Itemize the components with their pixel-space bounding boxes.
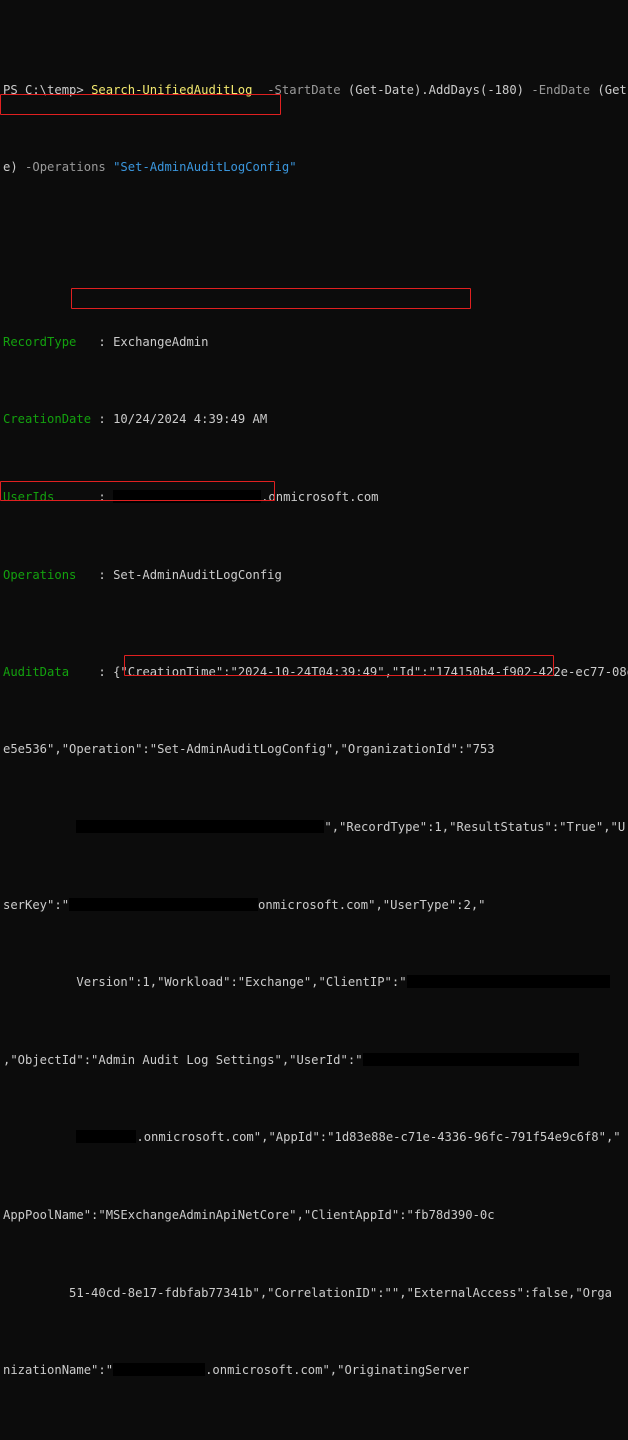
field-sep: : [98,490,106,505]
redaction-bar [406,975,610,989]
redaction-bar [113,490,262,504]
field-label: RecordType [3,334,77,349]
param-startdate: -StartDate [267,82,341,97]
auditdata-line: e5e536","Operation":"Set-AdminAuditLogCo… [3,742,495,757]
record-1-creationdate: CreationDate : 10/24/2024 4:39:49 AM [3,410,628,429]
command-line-2: e) -Operations "Set-AdminAuditLogConfig" [3,158,628,177]
record-1-auditdata-cont: ":"SJ2PR16MB5237 (15.20.8069.027)","Para… [3,1439,628,1440]
param-enddate: -EndDate [531,82,591,97]
record-1-auditdata-cont: nizationName":" .onmicrosoft.com","Origi… [3,1361,628,1380]
record-1-auditdata-cont: AppPoolName":"MSExchangeAdminApiNetCore"… [3,1206,628,1225]
field-label: Operations [3,567,77,582]
redaction-bar [76,1130,137,1144]
redaction-bar [76,819,325,833]
record-1-auditdata-cont: e5e536","Operation":"Set-AdminAuditLogCo… [3,740,628,759]
field-label: UserIds [3,490,55,505]
field-value-suffix: .onmicrosoft.com [261,490,379,505]
record-1-auditdata-cont: serKey":" onmicrosoft.com","UserType":2,… [3,896,628,915]
record-1-auditdata-cont: 51-40cd-8e17-fdbfab77341b","CorrelationI… [3,1284,628,1303]
field-sep: : [98,567,106,582]
auditdata-line: 51-40cd-8e17-fdbfab77341b","CorrelationI… [69,1285,613,1300]
command-line-1: PS C:\temp> Search-UnifiedAuditLog -Star… [3,81,628,100]
value-enddate-wrap1: (Get-Dat [597,82,628,97]
redaction-bar [113,1363,206,1377]
pad [69,665,98,679]
redaction-bar [362,1052,579,1066]
param-operations: -Operations [25,160,106,175]
value-startdate: (Get-Date).AddDays(-180) [347,82,525,97]
field-label: AuditData [3,664,70,679]
auditdata-line: ","RecordType":1,"ResultStatus":"True","… [324,819,626,834]
field-value: Set-AdminAuditLogConfig [113,567,282,582]
record-1-auditdata-cont: Version":1,"Workload":"Exchange","Client… [3,973,628,992]
auditdata-prefix: nizationName":" [3,1363,114,1378]
auditdata-suffix: onmicrosoft.com","UserType":2," [258,897,486,912]
pad [54,490,98,504]
cmdlet-name: Search-UnifiedAuditLog [91,82,253,97]
record-1-userids: UserIds : .onmicrosoft.com [3,488,628,507]
auditdata-line: ,"ObjectId":"Admin Audit Log Settings","… [3,1052,363,1067]
powershell-terminal[interactable]: PS C:\temp> Search-UnifiedAuditLog -Star… [0,0,628,1377]
auditdata-line: AppPoolName":"MSExchangeAdminApiNetCore"… [3,1207,495,1222]
record-1-operations: Operations : Set-AdminAuditLogConfig [3,566,628,585]
value-operations: "Set-AdminAuditLogConfig" [113,160,297,175]
auditdata-suffix: .onmicrosoft.com","OriginatingServer [205,1363,470,1378]
record-1-auditdata: AuditData : {"CreationTime":"2024-10-24T… [3,663,628,682]
value-enddate-wrap2: e) [3,160,18,175]
field-sep: : [98,412,106,427]
pad [76,568,98,582]
record-1-auditdata-cont: ","RecordType":1,"ResultStatus":"True","… [3,818,628,837]
prompt: PS C:\temp> [3,82,84,97]
field-sep: : [98,334,106,349]
redaction-bar [69,897,259,911]
auditdata-line: {"CreationTime":"2024-10-24T04:39:49","I… [113,664,628,679]
field-value: ExchangeAdmin [113,334,209,349]
terminal-output: PS C:\temp> Search-UnifiedAuditLog -Star… [3,3,628,1440]
pad [76,335,98,349]
auditdata-prefix: serKey":" [3,897,70,912]
field-label: CreationDate [3,412,92,427]
record-1-auditdata-cont: ,"ObjectId":"Admin Audit Log Settings","… [3,1051,628,1070]
record-1-recordtype: RecordType : ExchangeAdmin [3,333,628,352]
record-1-auditdata-cont: .onmicrosoft.com","AppId":"1d83e88e-c71e… [3,1128,628,1147]
auditdata-line: Version":1,"Workload":"Exchange","Client… [76,975,407,990]
auditdata-line: .onmicrosoft.com","AppId":"1d83e88e-c71e… [136,1130,621,1145]
field-value: 10/24/2024 4:39:49 AM [113,412,268,427]
field-sep: : [98,664,106,679]
